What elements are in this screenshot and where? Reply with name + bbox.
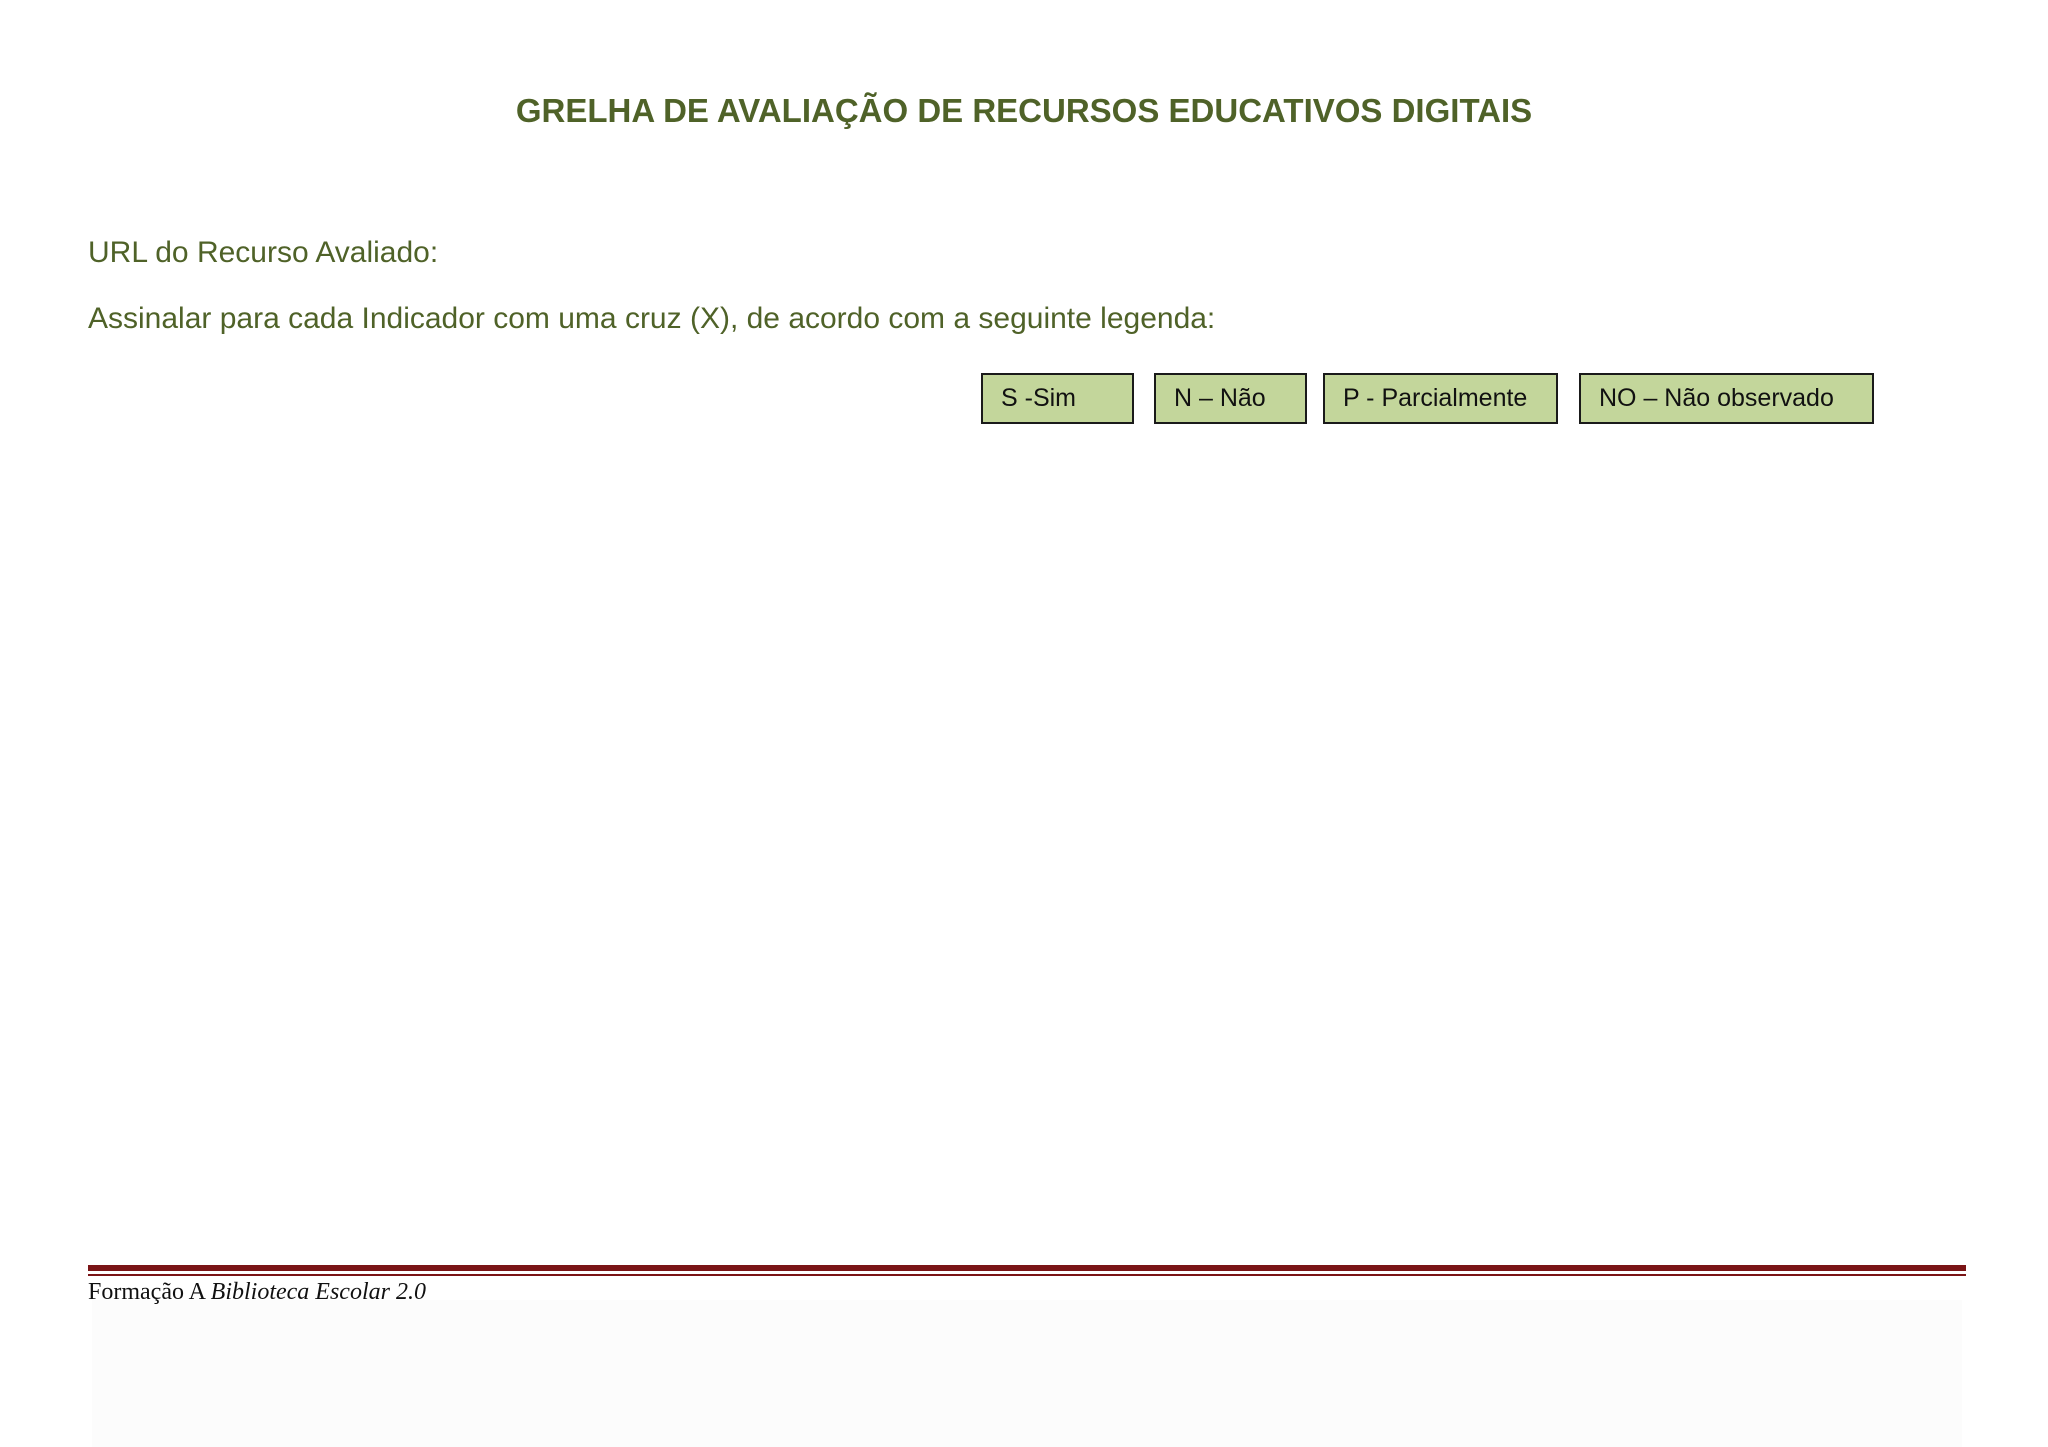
footer-text: Formação A Biblioteca Escolar 2.0 — [88, 1279, 426, 1306]
document-page: GRELHA DE AVALIAÇÃO DE RECURSOS EDUCATIV… — [0, 0, 2048, 1447]
legend-item-nao-observado: NO – Não observado — [1579, 373, 1874, 424]
url-label: URL do Recurso Avaliado: — [88, 236, 439, 269]
footer-prefix: Formação A — [88, 1279, 211, 1305]
footer-rule-thin — [88, 1274, 1966, 1276]
legend-item-nao: N – Não — [1154, 373, 1307, 424]
footer-rule — [88, 1265, 1966, 1271]
document-title: GRELHA DE AVALIAÇÃO DE RECURSOS EDUCATIV… — [515, 92, 1533, 129]
legend-item-parcialmente: P - Parcialmente — [1323, 373, 1558, 424]
footer-course-name: Biblioteca Escolar 2.0 — [210, 1279, 426, 1305]
page-bottom-area — [92, 1300, 1962, 1447]
legend-item-sim: S -Sim — [981, 373, 1134, 424]
instructions-text: Assinalar para cada Indicador com uma cr… — [88, 302, 1216, 335]
